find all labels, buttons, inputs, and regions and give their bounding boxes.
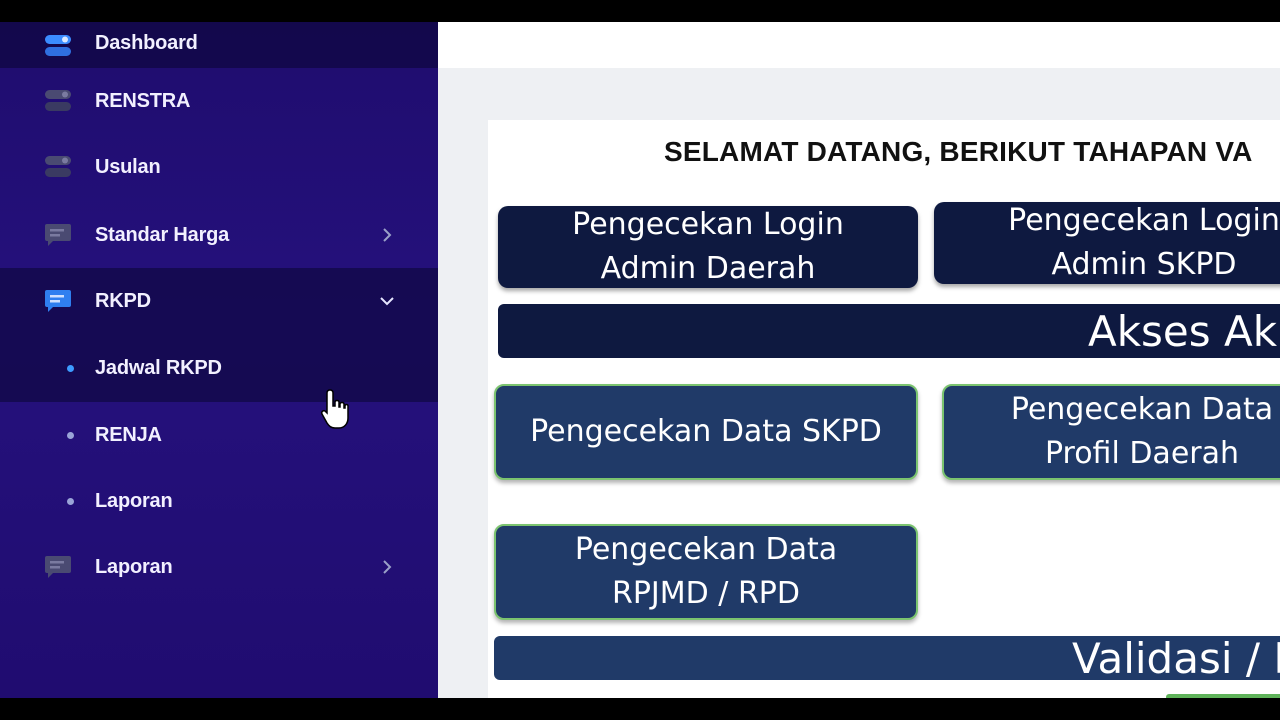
step-line: Pengecekan Data — [574, 532, 838, 567]
sidebar-item-label: Usulan — [95, 155, 161, 178]
message-icon — [45, 556, 71, 578]
bullet-dot — [67, 365, 74, 372]
sidebar-item-rkpd[interactable]: RKPD — [0, 268, 438, 334]
chevron-right-icon — [383, 560, 392, 574]
bullet-dot — [67, 498, 74, 505]
chevron-right-icon — [383, 228, 392, 242]
toggle-icon — [45, 35, 71, 56]
app-frame: Dashboard RENSTRA Usulan Standar Harga R… — [0, 22, 1280, 698]
sidebar-item-renstra[interactable]: RENSTRA — [0, 68, 438, 134]
page-title: SELAMAT DATANG, BERIKUT TAHAPAN VA — [664, 136, 1253, 167]
sidebar-subitem-jadwal-rkpd[interactable]: Jadwal RKPD — [0, 334, 438, 402]
sidebar-item-label: Dashboard — [95, 32, 198, 54]
sidebar-item-label: Standar Harga — [95, 223, 230, 246]
step-data-rpjmd[interactable]: Pengecekan Data RPJMD / RPD — [494, 524, 918, 620]
sidebar-item-label: RKPD — [95, 289, 151, 312]
toggle-icon — [45, 90, 71, 111]
bullet-dot — [67, 432, 74, 439]
step-line: Pengecekan Data SKPD — [530, 414, 882, 449]
next-step-edge — [1166, 694, 1280, 698]
top-bar — [438, 22, 1280, 68]
sidebar-item-label: Laporan — [95, 555, 173, 578]
sidebar-item-label: RENSTRA — [95, 89, 191, 112]
sidebar-item-standar-harga[interactable]: Standar Harga — [0, 202, 438, 268]
step-line: Admin Daerah — [600, 251, 816, 286]
sidebar-item-usulan[interactable]: Usulan — [0, 134, 438, 200]
step-line: Pengecekan Login — [1008, 203, 1280, 238]
sidebar-item-label: RENJA — [95, 423, 162, 446]
sidebar-item-laporan[interactable]: Laporan — [0, 534, 438, 600]
sidebar-item-label: Jadwal RKPD — [95, 356, 222, 379]
toggle-icon — [45, 156, 71, 177]
step-login-admin-daerah[interactable]: Pengecekan Login Admin Daerah — [498, 206, 918, 288]
step-line: Admin SKPD — [1051, 247, 1237, 282]
main-content: SELAMAT DATANG, BERIKUT TAHAPAN VA Penge… — [438, 22, 1280, 698]
sidebar: Dashboard RENSTRA Usulan Standar Harga R… — [0, 22, 438, 698]
sidebar-subitem-renja[interactable]: RENJA — [0, 402, 438, 468]
step-line: RPJMD / RPD — [612, 576, 800, 611]
message-icon — [45, 224, 71, 246]
step-data-skpd[interactable]: Pengecekan Data SKPD — [494, 384, 918, 480]
sidebar-item-label: Laporan — [95, 489, 173, 512]
step-data-profil-daerah[interactable]: Pengecekan Data Profil Daerah — [942, 384, 1280, 480]
chevron-down-icon — [380, 297, 394, 306]
step-line: Pengecekan Data — [1010, 392, 1274, 427]
validasi-bar: Validasi / P — [494, 634, 1280, 683]
sidebar-item-dashboard[interactable]: Dashboard — [0, 22, 438, 68]
akses-bar: Akses Ak — [498, 304, 1280, 358]
message-icon — [45, 290, 71, 312]
sidebar-subitem-laporan[interactable]: Laporan — [0, 468, 438, 534]
step-line: Profil Daerah — [1044, 436, 1240, 471]
step-login-admin-skpd[interactable]: Pengecekan Login Admin SKPD — [934, 202, 1280, 284]
hand-cursor-icon — [321, 389, 349, 429]
step-line: Pengecekan Login — [572, 207, 844, 242]
